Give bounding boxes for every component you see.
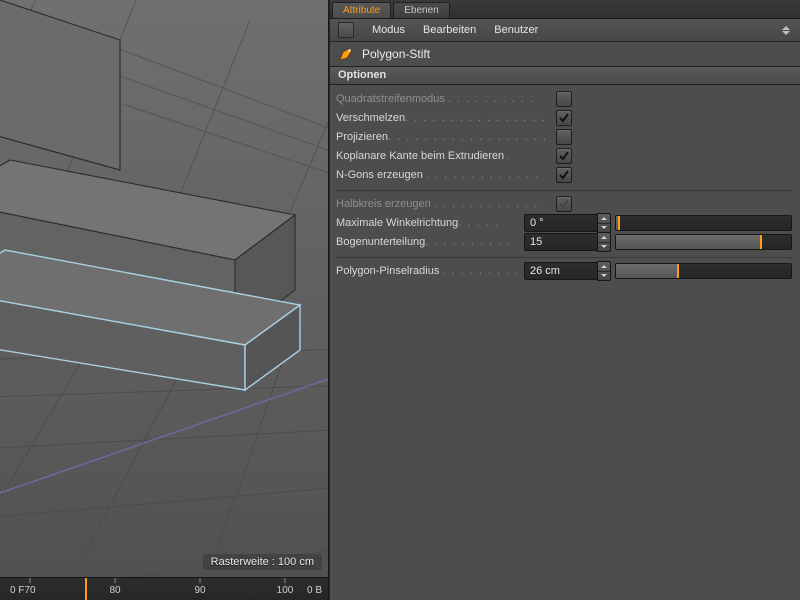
separator	[336, 190, 792, 191]
attribute-panel: Attribute Ebenen Modus Bearbeiten Benutz…	[329, 0, 800, 600]
slider-pinsel[interactable]	[615, 263, 792, 279]
ruler-tick-label: 100	[277, 585, 294, 596]
tab-ebenen[interactable]: Ebenen	[393, 2, 449, 18]
checkbox-ngons[interactable]	[556, 167, 572, 183]
opt-quadratstreifenmodus: Quadratstreifenmodus . . . . . . . . . .	[336, 90, 792, 108]
options-body: Quadratstreifenmodus . . . . . . . . . .…	[330, 85, 800, 600]
ruler-trail-label: 0 B	[307, 585, 322, 596]
separator	[336, 257, 792, 258]
menu-bearbeiten[interactable]: Bearbeiten	[423, 24, 476, 36]
spinner-max-winkel[interactable]	[597, 213, 611, 233]
opt-pinsel: Polygon-Pinselradius . . . . . . . . . 2…	[336, 262, 792, 280]
tool-header: Polygon-Stift	[330, 42, 800, 66]
checkbox-quadratstreifenmodus[interactable]	[556, 91, 572, 107]
spinner-bogen[interactable]	[597, 232, 611, 252]
viewport-canvas[interactable]	[0, 0, 328, 600]
input-max-winkel[interactable]: 0 °	[524, 214, 597, 232]
panel-menubar: Modus Bearbeiten Benutzer	[330, 19, 800, 42]
slider-bogen[interactable]	[615, 234, 792, 250]
opt-bogen: Bogenunterteilung. . . . . . . . . . 15	[336, 233, 792, 251]
opt-halbkreis: Halbkreis erzeugen . . . . . . . . . . .…	[336, 195, 792, 213]
viewport-geometry	[0, 0, 328, 578]
section-optionen[interactable]: Optionen	[330, 66, 800, 85]
viewport-hud-gridsize: Rasterweite : 100 cm	[203, 554, 322, 570]
opt-verschmelzen: Verschmelzen. . . . . . . . . . . . . . …	[336, 109, 792, 127]
viewport-3d[interactable]: Rasterweite : 100 cm 70 80 90 100 0 F 0 …	[0, 0, 329, 600]
timeline-cursor[interactable]	[85, 578, 87, 600]
ruler-tick-label: 80	[109, 585, 120, 596]
history-arrows-icon[interactable]	[782, 23, 792, 37]
ruler-lead-label: 0 F	[10, 585, 24, 596]
polygon-pen-icon	[338, 46, 354, 62]
ruler-tick-label: 90	[194, 585, 205, 596]
ruler-tick-label: 70	[24, 585, 35, 596]
checkbox-koplanar[interactable]	[556, 148, 572, 164]
opt-koplanar: Koplanare Kante beim Extrudieren .	[336, 147, 792, 165]
spinner-pinsel[interactable]	[597, 261, 611, 281]
tool-name: Polygon-Stift	[362, 47, 430, 61]
menu-benutzer[interactable]: Benutzer	[494, 24, 538, 36]
input-pinsel[interactable]: 26 cm	[524, 262, 597, 280]
menubar-grid-icon[interactable]	[338, 22, 354, 38]
input-bogen[interactable]: 15	[524, 233, 597, 251]
slider-max-winkel[interactable]	[615, 215, 792, 231]
opt-projizieren: Projizieren. . . . . . . . . . . . . . .…	[336, 128, 792, 146]
checkbox-halbkreis[interactable]	[556, 196, 572, 212]
tab-attribute[interactable]: Attribute	[332, 2, 391, 18]
checkbox-projizieren[interactable]	[556, 129, 572, 145]
opt-max-winkel: Maximale Winkelrichtung. . . . . 0 °	[336, 214, 792, 232]
timeline-ruler[interactable]: 70 80 90 100 0 F 0 B	[0, 577, 328, 600]
menu-modus[interactable]: Modus	[372, 24, 405, 36]
opt-ngons: N-Gons erzeugen . . . . . . . . . . . . …	[336, 166, 792, 184]
panel-tabs: Attribute Ebenen	[330, 0, 800, 19]
checkbox-verschmelzen[interactable]	[556, 110, 572, 126]
app-root: Rasterweite : 100 cm 70 80 90 100 0 F 0 …	[0, 0, 800, 600]
